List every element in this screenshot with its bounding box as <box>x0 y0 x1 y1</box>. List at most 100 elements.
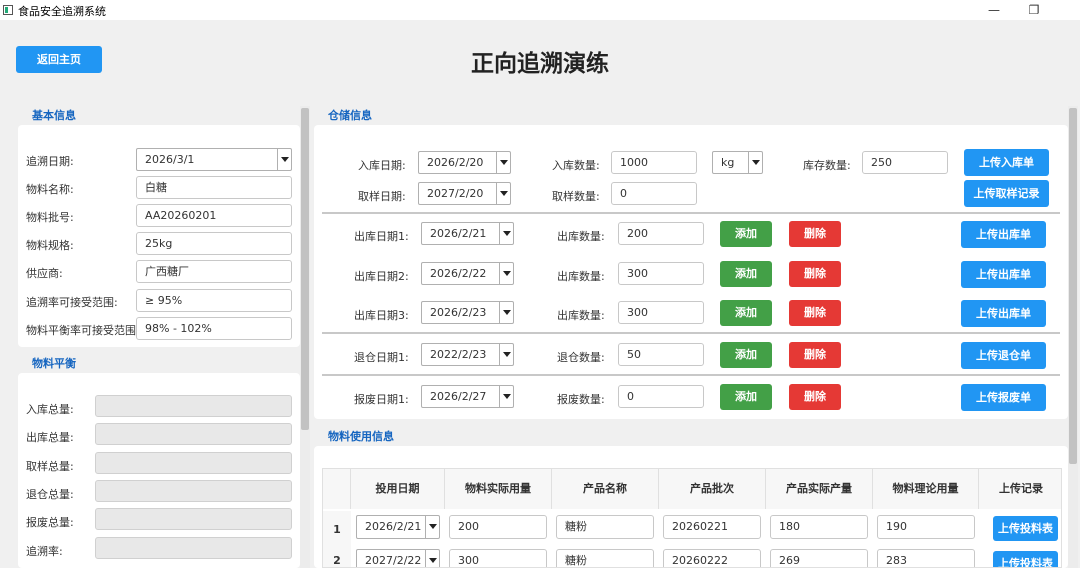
stock-qty-field[interactable]: 250 <box>862 151 948 174</box>
delete-button[interactable]: 删除 <box>789 261 841 287</box>
actual-output-field[interactable]: 269 <box>770 549 868 567</box>
usage-table: 投用日期 物料实际用量 产品名称 产品批次 产品实际产量 物料理论用量 上传记录… <box>322 468 1062 568</box>
minimize-icon[interactable]: — <box>984 2 1004 18</box>
theory-usage-field[interactable]: 190 <box>877 515 975 539</box>
chevron-down-icon <box>499 386 513 407</box>
usage-heading: 物料使用信息 <box>328 430 394 443</box>
scrap-qty-label: 报废数量: <box>557 393 605 406</box>
column-header: 产品名称 <box>552 469 659 509</box>
actual-usage-field[interactable]: 200 <box>449 515 547 539</box>
row-number: 1 <box>323 511 351 549</box>
chevron-down-icon <box>499 263 513 284</box>
product-batch-field[interactable]: 20260222 <box>663 549 761 567</box>
scrap-date-combo[interactable]: 2026/2/27 <box>421 385 514 408</box>
return-total-field[interactable] <box>95 480 292 502</box>
out-total-field[interactable] <box>95 423 292 445</box>
out-qty-3-field[interactable]: 300 <box>618 301 704 324</box>
left-scrollbar-thumb[interactable] <box>301 108 309 430</box>
upload-in-button[interactable]: 上传入库单 <box>964 149 1049 176</box>
scrap-qty-field[interactable]: 0 <box>618 385 704 408</box>
in-date-label: 入库日期: <box>358 159 406 172</box>
scrap-total-label: 报废总量: <box>26 516 74 529</box>
material-balance-heading: 物料平衡 <box>32 357 76 370</box>
material-spec-label: 物料规格: <box>26 239 74 252</box>
upload-out-button[interactable]: 上传出库单 <box>961 221 1046 248</box>
upload-out-button[interactable]: 上传出库单 <box>961 300 1046 327</box>
out-date-1-combo[interactable]: 2026/2/21 <box>421 222 514 245</box>
upload-scrap-button[interactable]: 上传报废单 <box>961 384 1046 411</box>
return-date-label: 退仓日期1: <box>354 351 409 364</box>
product-name-field[interactable]: 糖粉 <box>556 549 654 567</box>
material-batch-label: 物料批号: <box>26 211 74 224</box>
divider <box>322 374 1060 376</box>
scrap-date-label: 报废日期1: <box>354 393 409 406</box>
add-button[interactable]: 添加 <box>720 221 772 247</box>
usage-date-combo[interactable]: 2027/2/22 <box>356 549 440 567</box>
upload-feed-button[interactable]: 上传投料表 <box>993 551 1058 567</box>
balance-rate-range-field[interactable]: 98% - 102% <box>136 317 292 340</box>
chevron-down-icon <box>499 302 513 323</box>
product-batch-field[interactable]: 20260221 <box>663 515 761 539</box>
supplier-label: 供应商: <box>26 267 63 280</box>
in-qty-label: 入库数量: <box>552 159 600 172</box>
out-qty-2-field[interactable]: 300 <box>618 262 704 285</box>
trace-rate-range-field[interactable]: ≥ 95% <box>136 289 292 312</box>
add-button[interactable]: 添加 <box>720 300 772 326</box>
usage-date-combo[interactable]: 2026/2/21 <box>356 515 440 539</box>
in-qty-field[interactable]: 1000 <box>611 151 697 174</box>
return-qty-field[interactable]: 50 <box>618 343 704 366</box>
add-button[interactable]: 添加 <box>720 261 772 287</box>
add-button[interactable]: 添加 <box>720 342 772 368</box>
in-total-label: 入库总量: <box>26 403 74 416</box>
add-button[interactable]: 添加 <box>720 384 772 410</box>
material-spec-field[interactable]: 25kg <box>136 232 292 255</box>
page-title: 正向追溯演练 <box>471 51 609 77</box>
upload-return-button[interactable]: 上传退仓单 <box>961 342 1046 369</box>
theory-usage-field[interactable]: 283 <box>877 549 975 567</box>
in-total-field[interactable] <box>95 395 292 417</box>
column-header: 投用日期 <box>351 469 445 509</box>
chevron-down-icon <box>496 183 510 204</box>
column-header: 物料实际用量 <box>445 469 552 509</box>
material-name-field[interactable]: 白糖 <box>136 176 292 199</box>
trace-rate-field[interactable] <box>95 537 292 559</box>
title-bar <box>0 0 1080 20</box>
sample-date-combo[interactable]: 2027/2/20 <box>418 182 511 205</box>
unit-combo[interactable]: kg <box>712 151 763 174</box>
out-date-2-combo[interactable]: 2026/2/22 <box>421 262 514 285</box>
upload-feed-button[interactable]: 上传投料表 <box>993 516 1058 541</box>
basic-info-heading: 基本信息 <box>32 109 76 122</box>
in-date-combo[interactable]: 2026/2/20 <box>418 151 511 174</box>
product-name-field[interactable]: 糖粉 <box>556 515 654 539</box>
supplier-field[interactable]: 广西糖厂 <box>136 260 292 283</box>
sample-total-field[interactable] <box>95 452 292 474</box>
actual-output-field[interactable]: 180 <box>770 515 868 539</box>
scrap-total-field[interactable] <box>95 508 292 530</box>
chevron-down-icon <box>748 152 762 173</box>
sample-qty-field[interactable]: 0 <box>611 182 697 205</box>
delete-button[interactable]: 删除 <box>789 342 841 368</box>
out-date-3-combo[interactable]: 2026/2/23 <box>421 301 514 324</box>
actual-usage-field[interactable]: 300 <box>449 549 547 567</box>
material-batch-field[interactable]: AA20260201 <box>136 204 292 227</box>
divider <box>322 332 1060 334</box>
storage-heading: 仓储信息 <box>328 109 372 122</box>
delete-button[interactable]: 删除 <box>789 221 841 247</box>
return-date-combo[interactable]: 2022/2/23 <box>421 343 514 366</box>
restore-icon[interactable]: ❐ <box>1024 2 1044 18</box>
right-scrollbar-thumb[interactable] <box>1069 108 1077 464</box>
upload-sample-button[interactable]: 上传取样记录 <box>964 180 1049 207</box>
out-qty-1-field[interactable]: 200 <box>618 222 704 245</box>
trace-rate-range-label: 追溯率可接受范围: <box>26 296 118 309</box>
delete-button[interactable]: 删除 <box>789 300 841 326</box>
out-date-3-label: 出库日期3: <box>354 309 409 322</box>
upload-out-button[interactable]: 上传出库单 <box>961 261 1046 288</box>
out-qty-2-label: 出库数量: <box>557 270 605 283</box>
material-name-label: 物料名称: <box>26 183 74 196</box>
balance-rate-range-label: 物料平衡率可接受范围: <box>26 324 140 337</box>
window-title: 食品安全追溯系统 <box>18 5 106 18</box>
row-number-header <box>323 469 351 509</box>
close-icon[interactable] <box>1060 0 1080 16</box>
trace-date-combo[interactable]: 2026/3/1 <box>136 148 292 171</box>
delete-button[interactable]: 删除 <box>789 384 841 410</box>
